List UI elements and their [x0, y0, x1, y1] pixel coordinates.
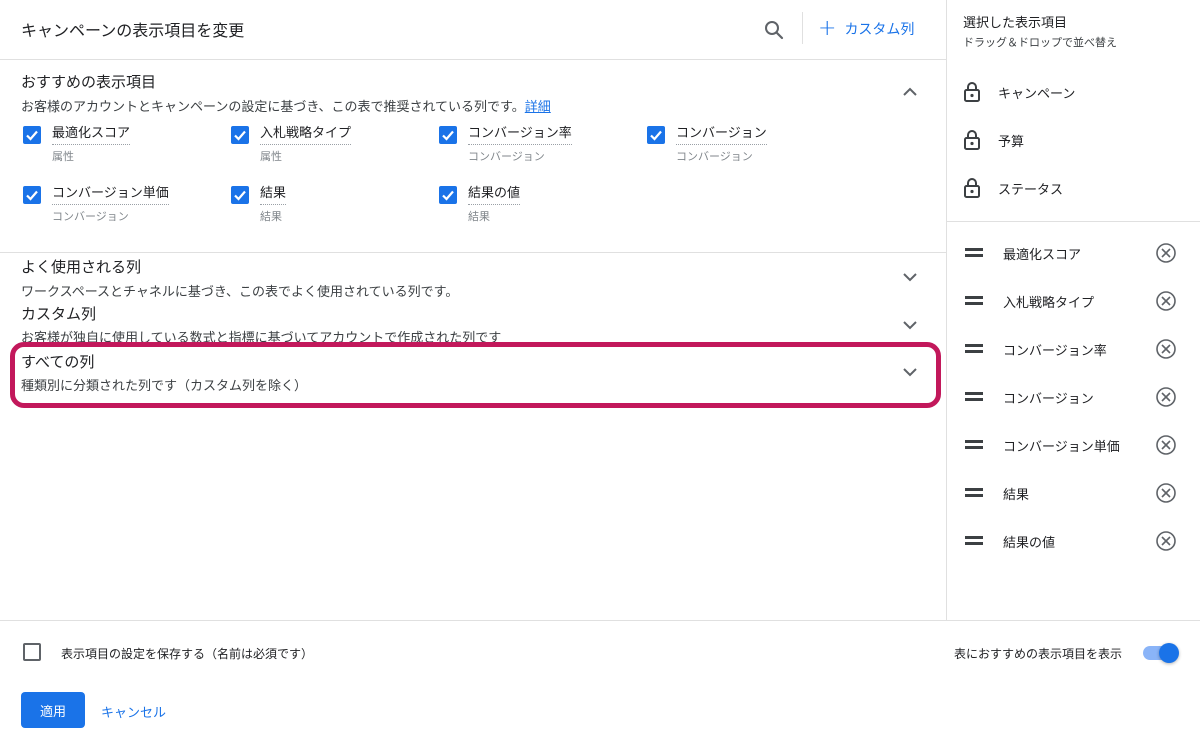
- recommended-item-label[interactable]: コンバージョン単価: [52, 186, 169, 205]
- drag-handle-icon[interactable]: [965, 440, 983, 450]
- section-divider: [0, 252, 946, 253]
- drag-handle-icon[interactable]: [965, 248, 983, 258]
- header-divider: [802, 12, 803, 44]
- section-frequent-description: ワークスペースとチャネルに基づき、この表でよく使用されている列です。: [21, 285, 459, 300]
- selected-column-label: 結果: [1003, 488, 1030, 503]
- checkbox-checked[interactable]: [231, 126, 249, 144]
- drag-handle-icon[interactable]: [965, 536, 983, 546]
- chevron-up-icon[interactable]: [899, 81, 921, 103]
- checkbox-checked[interactable]: [439, 186, 457, 204]
- save-settings-label: 表示項目の設定を保存する（名前は必須です）: [61, 647, 314, 661]
- recommended-item-label[interactable]: コンバージョン: [676, 126, 767, 145]
- plus-icon: +: [818, 16, 837, 41]
- selected-column-label: コンバージョン単価: [1003, 440, 1120, 455]
- selected-column-label: 結果の値: [1003, 536, 1056, 551]
- checkbox-checked[interactable]: [231, 186, 249, 204]
- recommended-item-category: 結果: [260, 210, 282, 223]
- recommended-item-label[interactable]: コンバージョン率: [468, 126, 572, 145]
- details-link[interactable]: 詳細: [525, 100, 551, 115]
- selected-column-item[interactable]: コンバージョン率: [947, 325, 1200, 373]
- remove-circle-icon[interactable]: [1155, 482, 1177, 504]
- recommended-title: おすすめの表示項目: [21, 73, 157, 91]
- recommended-description-text: お客様のアカウントとキャンペーンの設定に基づき、この表で推奨されている列です。: [21, 100, 525, 115]
- locked-column-label: 予算: [998, 134, 1025, 150]
- selected-columns-header: 選択した表示項目 ドラッグ＆ドロップで並べ替え: [963, 12, 1117, 50]
- recommended-item-category: 属性: [52, 150, 74, 163]
- remove-circle-icon[interactable]: [1155, 434, 1177, 456]
- locked-column-item: 予算: [947, 116, 1200, 164]
- selected-column-item[interactable]: 結果: [947, 469, 1200, 517]
- recommended-item-category: 結果: [468, 210, 490, 223]
- save-settings-checkbox[interactable]: [23, 643, 41, 661]
- cancel-button[interactable]: キャンセル: [101, 702, 166, 721]
- dialog-header: キャンペーンの表示項目を変更 + カスタム列: [0, 0, 946, 60]
- remove-circle-icon[interactable]: [1155, 530, 1177, 552]
- remove-circle-icon[interactable]: [1155, 386, 1177, 408]
- locked-column-item: ステータス: [947, 164, 1200, 212]
- section-all-title: すべての列: [21, 353, 95, 371]
- custom-column-label: カスタム列: [844, 22, 915, 38]
- selected-column-label: 入札戦略タイプ: [1003, 296, 1095, 311]
- recommended-item-label[interactable]: 結果: [260, 186, 287, 205]
- drag-handle-icon[interactable]: [965, 488, 983, 498]
- locked-column-label: キャンペーン: [998, 86, 1076, 102]
- checkbox-checked[interactable]: [439, 126, 457, 144]
- lock-icon: [964, 82, 980, 102]
- search-icon[interactable]: [762, 18, 786, 42]
- recommended-description: お客様のアカウントとキャンペーンの設定に基づき、この表で推奨されている列です。詳…: [21, 96, 551, 115]
- remove-circle-icon[interactable]: [1155, 338, 1177, 360]
- checkbox-checked[interactable]: [23, 186, 41, 204]
- locked-column-item: キャンペーン: [947, 68, 1200, 116]
- drag-handle-icon[interactable]: [965, 392, 983, 402]
- chevron-down-icon[interactable]: [899, 361, 921, 383]
- chevron-down-icon[interactable]: [899, 314, 921, 336]
- locked-column-label: ステータス: [998, 182, 1064, 198]
- add-custom-column-button[interactable]: + カスタム列: [818, 18, 914, 40]
- toggle-knob: [1159, 643, 1179, 663]
- drag-handle-icon[interactable]: [965, 344, 983, 354]
- checkbox-checked[interactable]: [23, 126, 41, 144]
- recommended-item-category: コンバージョン: [676, 150, 753, 163]
- footer-divider: [0, 620, 1200, 621]
- selected-column-item[interactable]: コンバージョン単価: [947, 421, 1200, 469]
- selected-column-label: 最適化スコア: [1003, 248, 1082, 263]
- selected-column-item[interactable]: コンバージョン: [947, 373, 1200, 421]
- chevron-down-icon[interactable]: [899, 266, 921, 288]
- remove-circle-icon[interactable]: [1155, 242, 1177, 264]
- section-frequent-title: よく使用される列: [21, 258, 142, 276]
- selected-column-label: コンバージョン: [1003, 392, 1094, 407]
- recommended-item-label[interactable]: 最適化スコア: [52, 126, 131, 145]
- recommended-item-label[interactable]: 結果の値: [468, 186, 521, 205]
- lock-icon: [964, 130, 980, 150]
- selected-column-item[interactable]: 入札戦略タイプ: [947, 277, 1200, 325]
- selected-column-item[interactable]: 結果の値: [947, 517, 1200, 565]
- section-custom-title: カスタム列: [21, 305, 97, 323]
- show-recommended-toggle-label: 表におすすめの表示項目を表示: [954, 647, 1123, 661]
- dialog-title: キャンペーンの表示項目を変更: [21, 21, 245, 40]
- selected-column-item[interactable]: 最適化スコア: [947, 229, 1200, 277]
- selected-columns-subtitle: ドラッグ＆ドロップで並べ替え: [963, 36, 1117, 49]
- recommended-item-category: 属性: [260, 150, 282, 163]
- recommended-item-category: コンバージョン: [468, 150, 545, 163]
- selected-column-label: コンバージョン率: [1003, 344, 1107, 359]
- selected-columns-title: 選択した表示項目: [963, 16, 1068, 31]
- apply-button[interactable]: 適用: [21, 692, 85, 728]
- checkbox-checked[interactable]: [647, 126, 665, 144]
- right-panel-divider: [947, 221, 1200, 222]
- section-all-description: 種類別に分類された列です（カスタム列を除く）: [21, 379, 308, 394]
- recommended-item-label[interactable]: 入札戦略タイプ: [260, 126, 352, 145]
- lock-icon: [964, 178, 980, 198]
- drag-handle-icon[interactable]: [965, 296, 983, 306]
- remove-circle-icon[interactable]: [1155, 290, 1177, 312]
- recommended-item-category: コンバージョン: [52, 210, 129, 223]
- show-recommended-toggle[interactable]: [1143, 643, 1179, 663]
